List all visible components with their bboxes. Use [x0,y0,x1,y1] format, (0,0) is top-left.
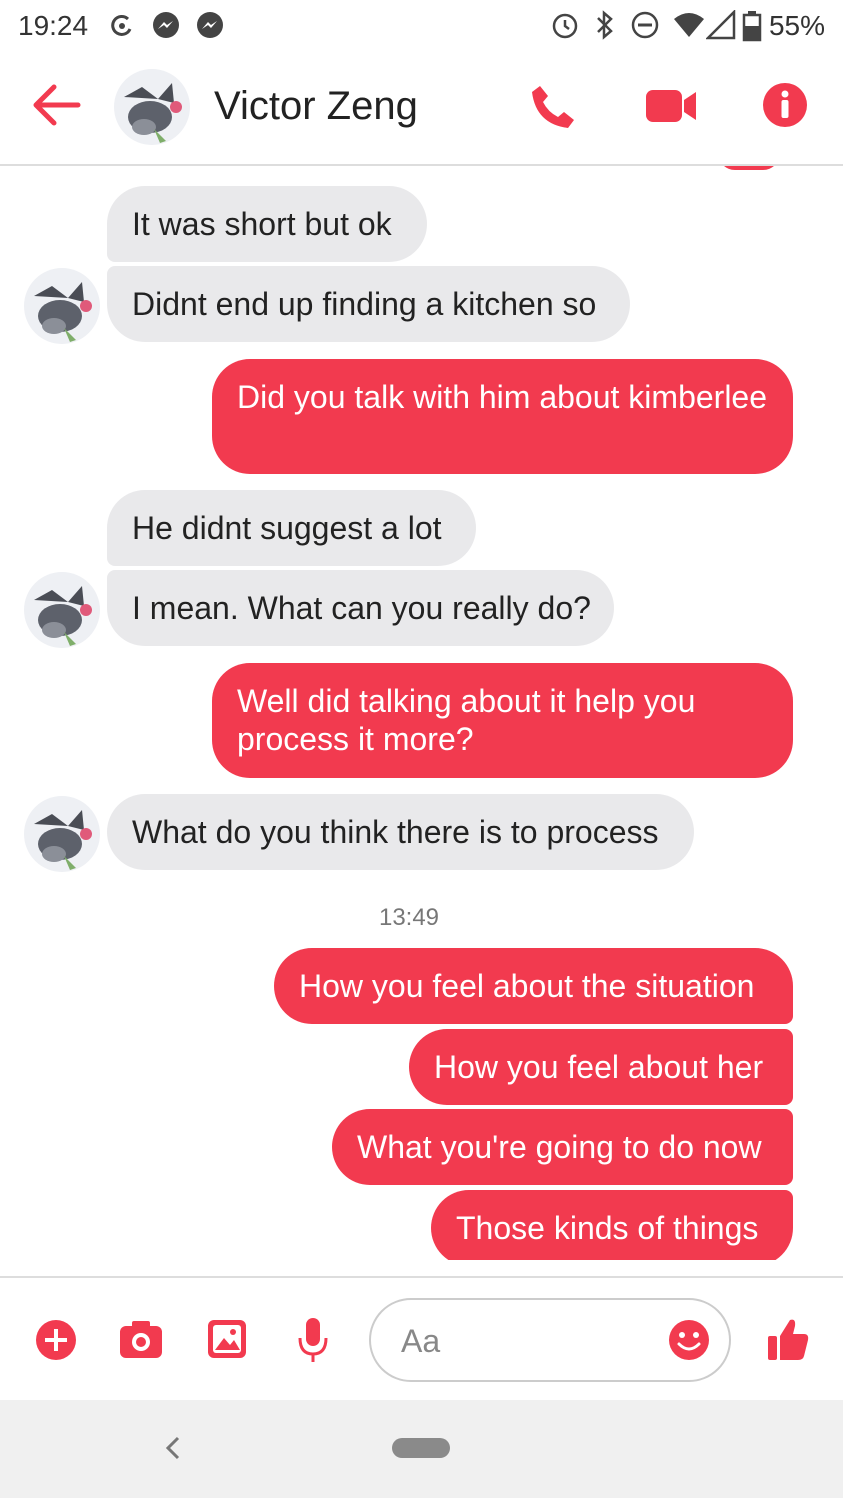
contact-avatar[interactable] [114,69,190,145]
message-bubble-outgoing[interactable]: How you feel about her [409,1029,793,1105]
messenger-icon [197,12,223,38]
status-time: 19:24 [18,10,89,41]
message-bubble-outgoing[interactable]: Did you talk with him about kimberlee [212,359,793,474]
message-bubble-outgoing[interactable]: Well did talking about it help you proce… [212,663,793,778]
message-bubble-outgoing[interactable]: How you feel about the situation [274,948,793,1024]
message-text-field[interactable] [399,1318,653,1364]
link-icon [111,14,132,36]
android-navigation-bar [0,1400,843,1498]
message-bubble-incoming[interactable]: What do you think there is to process [107,794,694,870]
contact-avatar-small [24,796,100,872]
messenger-icon [153,12,179,38]
contact-avatar-small [24,268,100,344]
message-input[interactable] [369,1298,731,1382]
image-icon[interactable] [206,1318,248,1360]
camera-icon[interactable] [118,1318,164,1360]
signal-icon [706,10,736,40]
info-icon[interactable] [762,82,808,128]
microphone-icon[interactable] [296,1316,330,1364]
emoji-icon[interactable] [667,1318,711,1362]
bluetooth-icon [597,10,613,40]
donkey-avatar-image [24,268,100,344]
message-bubble-outgoing[interactable]: Those kinds of things [431,1190,793,1260]
contact-avatar-small [24,572,100,648]
message-bubble-partial [718,166,780,170]
alarm-icon [552,13,578,39]
plus-icon[interactable] [34,1318,78,1362]
wifi-icon [674,13,704,37]
contact-name: Victor Zeng [214,84,418,128]
dnd-icon [631,11,659,39]
battery-percentage: 55% [768,10,825,41]
thumbs-up-icon[interactable] [766,1316,810,1362]
nav-back-icon[interactable] [160,1432,184,1464]
message-bubble-outgoing[interactable]: What you're going to do now [332,1109,793,1185]
nav-home-pill[interactable] [392,1438,450,1458]
donkey-avatar-image [24,572,100,648]
message-bubble-incoming[interactable]: It was short but ok [107,186,427,262]
donkey-avatar-image [24,796,100,872]
phone-icon[interactable] [528,82,578,132]
message-bubble-incoming[interactable]: He didnt suggest a lot [107,490,476,566]
conversation-header: Victor Zeng [0,52,843,166]
composer-bar [0,1276,843,1400]
message-list[interactable]: It was short but ok Didnt end up finding… [0,166,843,1260]
message-bubble-incoming[interactable]: Didnt end up finding a kitchen so [107,266,630,342]
message-bubble-incoming[interactable]: I mean. What can you really do? [107,570,614,646]
donkey-avatar-image [114,69,190,145]
status-bar: 19:24 55% [0,0,843,50]
message-timestamp: 13:49 [378,904,440,931]
battery-icon [742,11,762,42]
back-arrow-icon[interactable] [32,82,82,128]
video-camera-icon[interactable] [644,86,698,126]
